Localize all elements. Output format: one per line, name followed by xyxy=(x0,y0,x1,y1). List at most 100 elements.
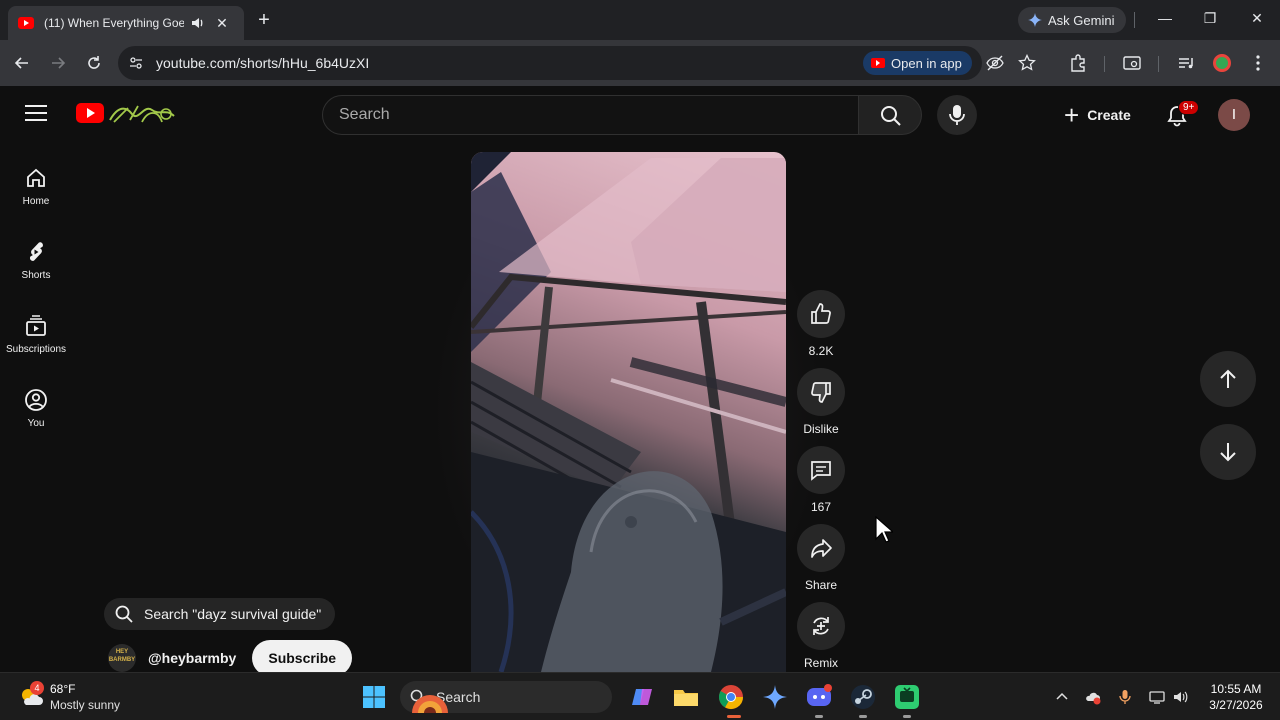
file-explorer-icon[interactable] xyxy=(672,683,700,711)
sidebar-item-subscriptions[interactable]: Subscriptions xyxy=(0,298,72,370)
open-in-app-button[interactable]: Open in app xyxy=(863,51,972,75)
channel-avatar[interactable]: HEY BARMBY xyxy=(108,644,136,672)
site-info-icon[interactable] xyxy=(128,55,144,71)
related-search-text: Search "dayz survival guide" xyxy=(144,606,322,622)
media-controls-icon[interactable] xyxy=(1176,53,1196,73)
shorts-video-player[interactable] xyxy=(471,152,786,672)
active-app-indicator xyxy=(727,715,741,718)
previous-video-button[interactable] xyxy=(1200,351,1256,407)
copilot-icon[interactable] xyxy=(628,683,656,711)
running-app-indicator xyxy=(903,715,911,718)
taskbar-search-box[interactable]: Search xyxy=(400,681,612,713)
related-search-chip[interactable]: Search "dayz survival guide" xyxy=(104,598,336,630)
youtube-logo[interactable] xyxy=(76,103,104,123)
weather-alert-badge: 4 xyxy=(30,681,44,695)
search-box[interactable] xyxy=(322,95,859,135)
browser-menu-icon[interactable] xyxy=(1248,53,1268,73)
speaker-icon[interactable] xyxy=(190,15,206,31)
create-label: Create xyxy=(1087,107,1131,123)
browser-tab[interactable]: (11) When Everything Goes ✕ xyxy=(8,6,244,40)
weather-description: Mostly sunny xyxy=(50,698,121,712)
remix-label: Remix xyxy=(803,656,838,670)
sidebar-item-you[interactable]: You xyxy=(0,372,72,444)
notification-badge: 9+ xyxy=(1178,100,1200,115)
address-bar[interactable]: youtube.com/shorts/hHu_6b4UzXI Open in a… xyxy=(118,46,1036,80)
remix-action[interactable]: Remix xyxy=(797,602,845,670)
home-icon xyxy=(27,168,45,187)
thumbs-down-icon xyxy=(811,382,831,403)
streaming-app-icon[interactable] xyxy=(893,683,921,711)
ask-gemini-label: Ask Gemini xyxy=(1048,12,1115,28)
show-hidden-icons-chevron-up-icon[interactable] xyxy=(1054,689,1070,705)
url-text[interactable]: youtube.com/shorts/hHu_6b4UzXI xyxy=(156,55,369,71)
search-button[interactable] xyxy=(858,95,922,135)
account-avatar[interactable]: I xyxy=(1218,99,1250,131)
network-icon[interactable] xyxy=(1149,689,1165,705)
microphone-icon xyxy=(949,105,965,125)
menu-icon[interactable] xyxy=(25,105,47,123)
like-count: 8.2K xyxy=(808,344,834,358)
browser-toolbar: youtube.com/shorts/hHu_6b4UzXI Open in a… xyxy=(0,40,1280,86)
browser-tabstrip: (11) When Everything Goes ✕ + Ask Gemini… xyxy=(0,0,1280,40)
microphone-in-use-icon[interactable] xyxy=(1117,689,1133,705)
dislike-button[interactable] xyxy=(797,368,845,416)
close-window-icon[interactable]: ✕ xyxy=(1247,10,1267,27)
channel-name[interactable]: @heybarmby xyxy=(148,650,236,666)
remix-button[interactable] xyxy=(797,602,845,650)
sidebar-item-home[interactable]: Home xyxy=(0,150,72,222)
thumbs-up-icon xyxy=(811,303,831,324)
eye-off-icon[interactable] xyxy=(986,54,1004,72)
onedrive-error-icon[interactable] xyxy=(1085,689,1101,705)
steam-icon[interactable] xyxy=(849,683,877,711)
minimize-icon[interactable]: — xyxy=(1155,10,1175,26)
side-panel-icon[interactable] xyxy=(1122,53,1142,73)
discord-icon[interactable] xyxy=(805,683,833,711)
comments-action[interactable]: 167 xyxy=(797,446,845,514)
gemini-star-icon xyxy=(1028,13,1042,27)
new-tab-button[interactable]: + xyxy=(254,10,274,30)
toolbar-divider xyxy=(1158,56,1159,72)
youtube-logo-icon xyxy=(871,58,885,68)
share-button[interactable] xyxy=(797,524,845,572)
restore-icon[interactable]: ❐ xyxy=(1200,10,1220,27)
toolbar-divider xyxy=(1104,56,1105,72)
like-button[interactable] xyxy=(797,290,845,338)
search-icon xyxy=(881,106,901,126)
subscribe-button[interactable]: Subscribe xyxy=(252,640,353,676)
gemini-app-icon[interactable] xyxy=(761,683,789,711)
subscriptions-icon xyxy=(26,315,46,336)
sidebar-item-shorts[interactable]: Shorts xyxy=(0,224,72,296)
chrome-icon[interactable] xyxy=(717,683,745,711)
tab-close-icon[interactable]: ✕ xyxy=(214,15,230,32)
bookmark-star-icon[interactable] xyxy=(1018,54,1036,72)
you-icon xyxy=(25,389,47,411)
reload-icon[interactable] xyxy=(84,53,104,73)
search-input[interactable] xyxy=(339,106,839,124)
ask-gemini-button[interactable]: Ask Gemini xyxy=(1018,7,1127,33)
sidebar-item-label: Subscriptions xyxy=(5,344,67,355)
search-icon xyxy=(115,605,133,623)
browser-profile-avatar[interactable] xyxy=(1213,54,1231,72)
search-highlight-illustration-icon xyxy=(412,695,448,713)
windows-taskbar: 4 68°F Mostly sunny Search 10:55 AM 3/27… xyxy=(0,672,1280,720)
windows-start-icon[interactable] xyxy=(362,685,386,709)
extensions-icon[interactable] xyxy=(1068,53,1088,73)
plus-icon: + xyxy=(1064,100,1080,130)
arrow-down-icon xyxy=(1220,443,1236,462)
back-icon[interactable] xyxy=(12,53,32,73)
youtube-doodle-logo[interactable] xyxy=(108,100,178,126)
clock-date[interactable]: 3/27/2026 xyxy=(1206,698,1266,712)
dislike-action[interactable]: Dislike xyxy=(797,368,845,436)
clock-time[interactable]: 10:55 AM xyxy=(1206,682,1266,696)
volume-icon[interactable] xyxy=(1173,689,1189,705)
create-button[interactable]: + Create xyxy=(1058,97,1143,133)
sidebar-item-label: Home xyxy=(22,196,50,207)
comments-button[interactable] xyxy=(797,446,845,494)
share-action[interactable]: Share xyxy=(797,524,845,592)
like-action[interactable]: 8.2K xyxy=(797,290,845,358)
forward-icon[interactable] xyxy=(48,53,68,73)
tab-title: (11) When Everything Goes xyxy=(44,16,184,30)
next-video-button[interactable] xyxy=(1200,424,1256,480)
voice-search-button[interactable] xyxy=(937,95,977,135)
youtube-favicon-icon xyxy=(18,17,34,29)
